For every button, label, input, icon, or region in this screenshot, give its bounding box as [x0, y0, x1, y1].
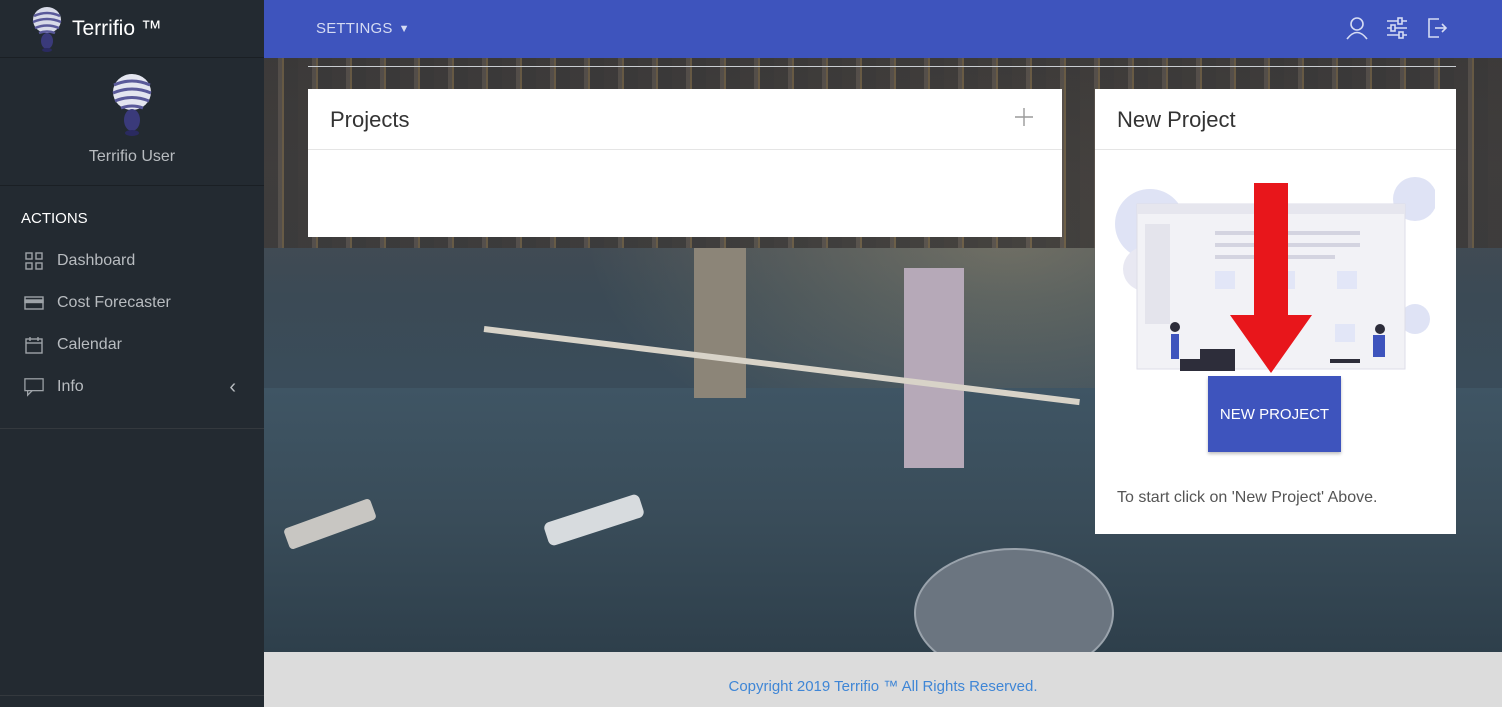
- add-project-icon[interactable]: [1014, 107, 1034, 127]
- sidebar-item-label: Calendar: [57, 336, 122, 353]
- new-project-button[interactable]: NEW PROJECT: [1208, 376, 1341, 452]
- sidebar-item-cost-forecaster[interactable]: Cost Forecaster: [0, 282, 264, 324]
- bridge-tower: [694, 248, 746, 398]
- sidebar-item-dashboard[interactable]: Dashboard: [0, 240, 264, 282]
- divider: [0, 695, 264, 696]
- divider: [0, 428, 264, 429]
- arrow-down-icon: [1230, 183, 1312, 373]
- sidebar: Terrifio ™ Terrifio User ACTIONS Dashboa…: [0, 0, 264, 707]
- new-project-title: New Project: [1095, 89, 1456, 150]
- brand-name: Terrifio ™: [72, 16, 162, 40]
- section-title-actions: ACTIONS: [21, 210, 88, 227]
- logout-icon[interactable]: [1426, 16, 1448, 40]
- sliders-icon[interactable]: [1386, 16, 1408, 40]
- grid-icon: [24, 251, 44, 271]
- avatar: [112, 74, 152, 136]
- divider: [308, 66, 1456, 67]
- bridge-tower: [904, 268, 964, 468]
- caret-down-icon: ▼: [398, 22, 410, 35]
- new-project-hint: To start click on 'New Project' Above.: [1117, 489, 1378, 506]
- user-name: Terrifio User: [88, 148, 176, 165]
- sidebar-item-label: Dashboard: [57, 252, 136, 269]
- topbar-icons: [1346, 16, 1448, 40]
- user-panel: Terrifio User: [0, 58, 264, 186]
- brand[interactable]: Terrifio ™: [0, 0, 264, 58]
- sidebar-item-calendar[interactable]: Calendar: [0, 324, 264, 366]
- calendar-icon: [24, 335, 44, 355]
- chat-icon: [24, 377, 44, 397]
- copyright: Copyright 2019 Terrifio ™ All Rights Res…: [728, 678, 1038, 695]
- sidebar-item-label: Info: [57, 378, 84, 395]
- settings-dropdown[interactable]: SETTINGS ▼: [316, 20, 410, 37]
- bulb-logo-icon: [32, 6, 62, 52]
- card-icon: [24, 293, 44, 313]
- sidebar-item-label: Cost Forecaster: [57, 294, 171, 311]
- user-icon[interactable]: [1346, 16, 1368, 40]
- topbar: SETTINGS ▼: [264, 0, 1502, 58]
- chevron-left-icon[interactable]: ‹: [229, 376, 236, 399]
- sidebar-item-info[interactable]: Info ‹: [0, 366, 264, 408]
- settings-label: SETTINGS: [316, 20, 393, 37]
- footer: Copyright 2019 Terrifio ™ All Rights Res…: [264, 652, 1502, 707]
- projects-title: Projects: [308, 89, 1062, 150]
- projects-card: Projects: [308, 89, 1062, 237]
